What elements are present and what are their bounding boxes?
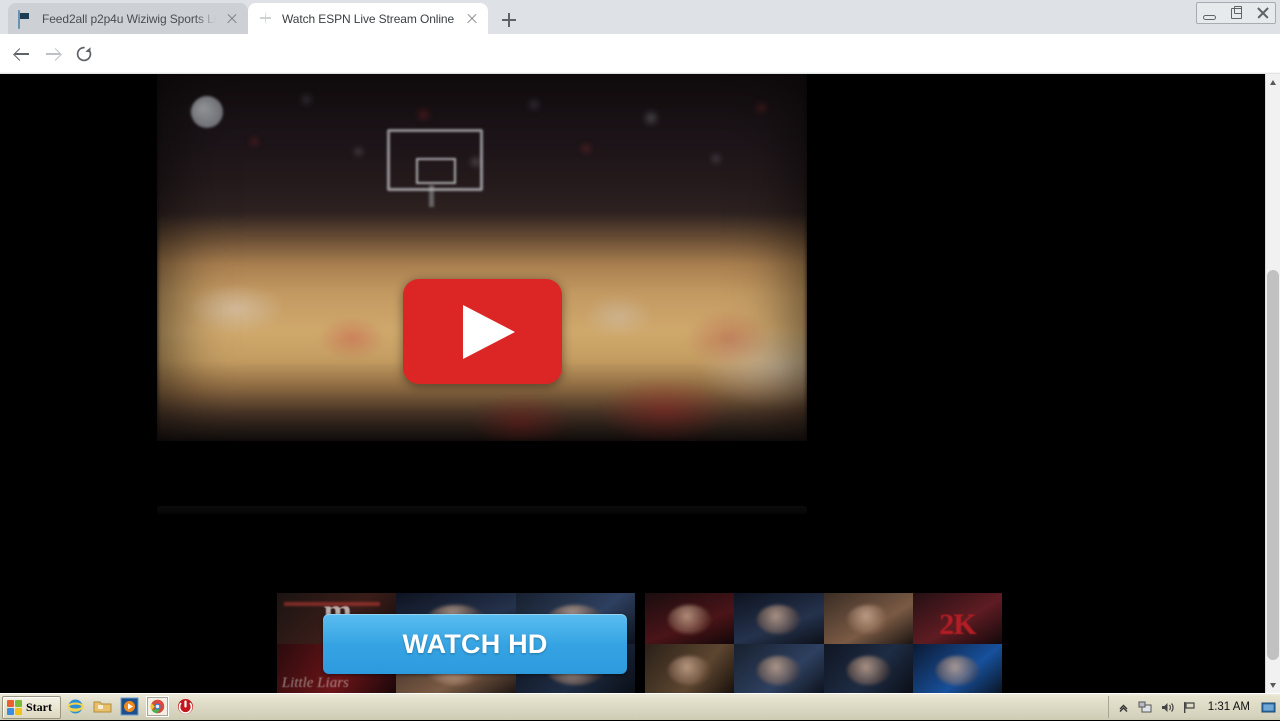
tab-feed2all[interactable]: Feed2all p2p4u Wiziwig Sports Live F xyxy=(8,3,248,34)
close-icon[interactable] xyxy=(224,11,240,27)
browser-chrome: Feed2all p2p4u Wiziwig Sports Live F Wat… xyxy=(0,0,1280,102)
folder-icon[interactable] xyxy=(93,697,112,716)
globe-icon xyxy=(258,11,274,27)
minimize-button[interactable] xyxy=(1197,3,1222,23)
record-icon[interactable] xyxy=(176,697,195,716)
ad-panel-watch-hd[interactable]: m Little Liars WATCH HD xyxy=(277,593,635,694)
collage-cell: 2K xyxy=(912,593,1002,644)
taskbar-clock[interactable]: 1:31 AM xyxy=(1208,701,1250,713)
collage-cell xyxy=(823,643,913,694)
ad-collage-background: 2K xyxy=(645,593,1002,694)
scrollbar-thumb[interactable] xyxy=(1267,270,1279,660)
flag-icon[interactable] xyxy=(1182,700,1197,715)
vignette xyxy=(157,74,807,441)
video-player[interactable] xyxy=(157,74,807,441)
watch-hd-label: WATCH HD xyxy=(402,628,548,659)
collage-letters: 2K xyxy=(939,608,976,642)
play-button[interactable] xyxy=(403,279,562,384)
collage-cell xyxy=(912,643,1002,694)
ad-banner-strip: m Little Liars WATCH HD 2K xyxy=(277,593,1002,694)
media-player-icon[interactable] xyxy=(120,697,139,716)
browser-toolbar: Not secure myfeed2all.eu/watch/545884/1/… xyxy=(0,34,1280,102)
show-hidden-chevron-icon[interactable] xyxy=(1116,700,1131,715)
close-icon[interactable] xyxy=(464,11,480,27)
scroll-down-arrow-icon[interactable] xyxy=(1266,677,1280,694)
new-tab-button[interactable] xyxy=(498,9,520,31)
taskbar: Start 1:31 AM xyxy=(0,693,1280,720)
internet-explorer-icon[interactable] xyxy=(66,697,85,716)
collage-script-text: Little Liars xyxy=(281,674,349,691)
watch-hd-button[interactable]: WATCH HD xyxy=(323,614,627,674)
chrome-icon[interactable] xyxy=(146,696,169,717)
close-window-button[interactable] xyxy=(1250,3,1275,23)
play-triangle-icon xyxy=(463,305,515,359)
back-icon xyxy=(15,48,29,60)
forward-icon xyxy=(46,48,60,60)
player-controls-bar[interactable] xyxy=(157,506,807,514)
collage-cell xyxy=(645,643,735,694)
collage-cell xyxy=(645,593,735,644)
window-controls xyxy=(1196,2,1276,24)
restore-button[interactable] xyxy=(1224,3,1249,23)
start-button[interactable]: Start xyxy=(2,696,61,719)
page-content: m Little Liars WATCH HD 2K xyxy=(0,74,1280,694)
windows-logo-icon xyxy=(7,700,22,715)
desktop-icon[interactable] xyxy=(1261,700,1276,715)
monitor-icon xyxy=(18,9,34,29)
volume-icon[interactable] xyxy=(1160,700,1175,715)
tab-title: Feed2all p2p4u Wiziwig Sports Live F xyxy=(42,11,216,26)
tab-strip: Feed2all p2p4u Wiziwig Sports Live F Wat… xyxy=(0,0,1280,34)
scroll-up-arrow-icon[interactable] xyxy=(1266,74,1280,91)
collage-cell xyxy=(734,643,824,694)
collage-cell xyxy=(823,593,913,644)
forward-button[interactable] xyxy=(44,44,64,64)
collage-cell xyxy=(734,593,824,644)
back-button[interactable] xyxy=(13,44,33,64)
quick-launch-bar xyxy=(66,696,195,717)
reload-icon xyxy=(76,46,92,62)
tab-title: Watch ESPN Live Stream Online xyxy=(282,11,455,26)
page-scrollbar[interactable] xyxy=(1265,74,1280,694)
network-icon[interactable] xyxy=(1138,700,1153,715)
start-label: Start xyxy=(26,700,52,714)
reload-button[interactable] xyxy=(74,44,94,64)
ad-panel-download[interactable]: 2K DOWNLOAD xyxy=(645,593,1002,694)
system-tray: 1:31 AM xyxy=(1107,696,1280,718)
tab-watch-espn[interactable]: Watch ESPN Live Stream Online xyxy=(248,3,488,34)
